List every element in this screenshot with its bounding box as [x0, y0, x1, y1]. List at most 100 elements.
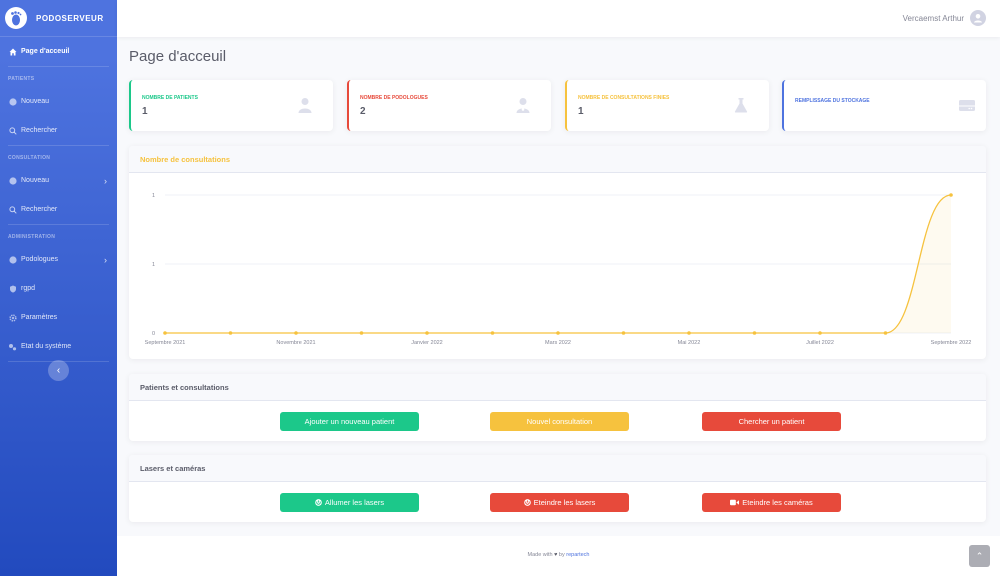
sidebar-item-rgpd[interactable]: rgpd: [0, 274, 117, 303]
data-point: [359, 331, 364, 335]
lasers-cameras-card: Lasers et caméras Allumer les lasers Ete…: [129, 455, 986, 522]
heart-icon: ♥: [554, 552, 558, 558]
data-point: [163, 331, 167, 335]
consultations-chart-card: Nombre de consultations 0 1 1 Septembre 202…: [129, 146, 986, 359]
footer-author-link[interactable]: repartech: [566, 552, 589, 558]
search-icon: [8, 205, 17, 214]
chart-card-title: Nombre de consultations: [129, 146, 986, 173]
shield-icon: [8, 284, 17, 293]
user-menu[interactable]: Vercaemst Arthur: [903, 10, 986, 26]
user-icon: [298, 98, 312, 113]
video-icon: [730, 499, 740, 506]
footer: Made with ♥ by repartech: [117, 536, 1000, 576]
sidebar-item-label: Nouveau: [21, 98, 50, 105]
plus-circle-icon: [8, 97, 17, 106]
power-icon: [523, 499, 531, 506]
brand[interactable]: PODOSERVEUR: [0, 0, 117, 37]
sidebar: PODOSERVEUR Page d'acceuil PATIENTS Nouv…: [0, 0, 117, 576]
stat-value: 1: [578, 106, 584, 117]
sidebar-item-label: Rechercher: [21, 127, 58, 134]
sidebar-item-etat-systeme[interactable]: Etat du système: [0, 332, 117, 361]
scroll-to-top-button[interactable]: ⌃: [969, 545, 990, 567]
card-title: Patients et consultations: [129, 374, 986, 401]
sidebar-item-podologues[interactable]: Podologues ›: [0, 245, 117, 274]
divider: [8, 145, 109, 146]
sidebar-item-label: Nouveau: [21, 177, 50, 184]
sidebar-item-consultation-search[interactable]: Rechercher: [0, 195, 117, 224]
stat-value: 1: [142, 106, 148, 117]
plus-circle-icon: [8, 176, 17, 185]
sidebar-toggle-button[interactable]: ‹: [48, 360, 69, 381]
flask-icon: [734, 98, 748, 113]
data-point: [490, 331, 495, 335]
footer-made-with: Made with: [527, 552, 553, 558]
sidebar-item-patient-new[interactable]: Nouveau: [0, 87, 117, 116]
divider: [8, 224, 109, 225]
chevron-right-icon: ›: [104, 175, 107, 186]
footer-by: by: [558, 552, 565, 558]
button-label: Allumer les lasers: [324, 498, 385, 507]
consultations-line-chart: 0 1 1 Septembre 2021 Novembre 2021 Janvier 20…: [145, 193, 972, 346]
cogs-icon: [8, 342, 17, 351]
x-tick-label: Novembre 2021: [276, 340, 315, 346]
cameras-off-button[interactable]: Eteindre les caméras: [702, 493, 841, 512]
topbar: Vercaemst Arthur: [117, 0, 1000, 37]
stat-label: NOMBRE DE PATIENTS: [142, 95, 198, 101]
y-tick-label: 1: [152, 262, 155, 268]
section-heading-administration: ADMINISTRATION: [8, 234, 56, 240]
stat-label: NOMBRE DE CONSULTATIONS FINIES: [578, 95, 670, 101]
new-consultation-button[interactable]: Nouvel consultation: [490, 412, 629, 431]
x-tick-label: Juillet 2022: [806, 340, 834, 346]
avatar-icon: [970, 10, 986, 26]
data-point: [228, 331, 233, 335]
user-name: Vercaemst Arthur: [902, 13, 964, 23]
lasers-on-button[interactable]: Allumer les lasers: [280, 493, 419, 512]
stat-card-consultations: NOMBRE DE CONSULTATIONS FINIES 1: [565, 80, 769, 131]
section-heading-consultation: CONSULTATION: [8, 155, 51, 161]
y-tick-label: 0: [152, 331, 155, 337]
lasers-off-button[interactable]: Eteindre les lasers: [490, 493, 629, 512]
stat-card-stockage: REMPLISSAGE DU STOCKAGE: [782, 80, 986, 131]
data-point: [949, 193, 953, 197]
brand-name: PODOSERVEUR: [36, 13, 104, 23]
button-label: Chercher un patient: [738, 417, 805, 426]
card-title: Lasers et caméras: [129, 455, 986, 482]
stat-label: NOMBRE DE PODOLOGUES: [360, 95, 428, 101]
x-tick-label: Mars 2022: [545, 340, 571, 346]
data-point: [294, 331, 298, 335]
chevron-up-icon: ⌃: [975, 550, 984, 561]
gear-icon: [8, 313, 17, 322]
stat-card-podologues: NOMBRE DE PODOLOGUES 2: [347, 80, 551, 131]
data-point: [556, 331, 560, 335]
stat-label: REMPLISSAGE DU STOCKAGE: [795, 98, 870, 104]
patients-consultations-card: Patients et consultations Ajouter un nou…: [129, 374, 986, 441]
x-tick-label: Septembre 2021: [145, 340, 186, 346]
foot-logo-icon: [5, 7, 27, 29]
data-point: [752, 331, 757, 335]
data-point: [818, 331, 822, 335]
home-icon: [8, 47, 17, 56]
button-label: Eteindre les caméras: [742, 498, 813, 507]
user-circle-icon: [8, 255, 17, 264]
sidebar-item-patient-search[interactable]: Rechercher: [0, 116, 117, 145]
button-label: Ajouter un nouveau patient: [304, 417, 395, 426]
sidebar-item-label: Podologues: [21, 256, 58, 263]
x-tick-label: Mai 2022: [678, 340, 701, 346]
add-patient-button[interactable]: Ajouter un nouveau patient: [280, 412, 419, 431]
sidebar-item-parametres[interactable]: Paramètres: [0, 303, 117, 332]
sidebar-item-consultation-new[interactable]: Nouveau ›: [0, 166, 117, 195]
search-patient-button[interactable]: Chercher un patient: [702, 412, 841, 431]
sidebar-item-label: Page d'acceuil: [21, 48, 70, 55]
power-icon: [315, 499, 322, 506]
divider: [8, 66, 109, 67]
stat-card-patients: NOMBRE DE PATIENTS 1: [129, 80, 333, 131]
sidebar-item-label: Paramètres: [21, 314, 58, 321]
sidebar-item-label: Etat du système: [21, 343, 72, 350]
footer-text: Made with ♥ by repartech: [117, 552, 1000, 558]
search-icon: [8, 126, 17, 135]
data-point: [621, 331, 626, 335]
sidebar-item-home[interactable]: Page d'acceuil: [0, 37, 117, 66]
stat-value: 2: [360, 106, 366, 117]
page-title: Page d'acceuil: [129, 48, 227, 65]
data-point: [425, 331, 429, 335]
